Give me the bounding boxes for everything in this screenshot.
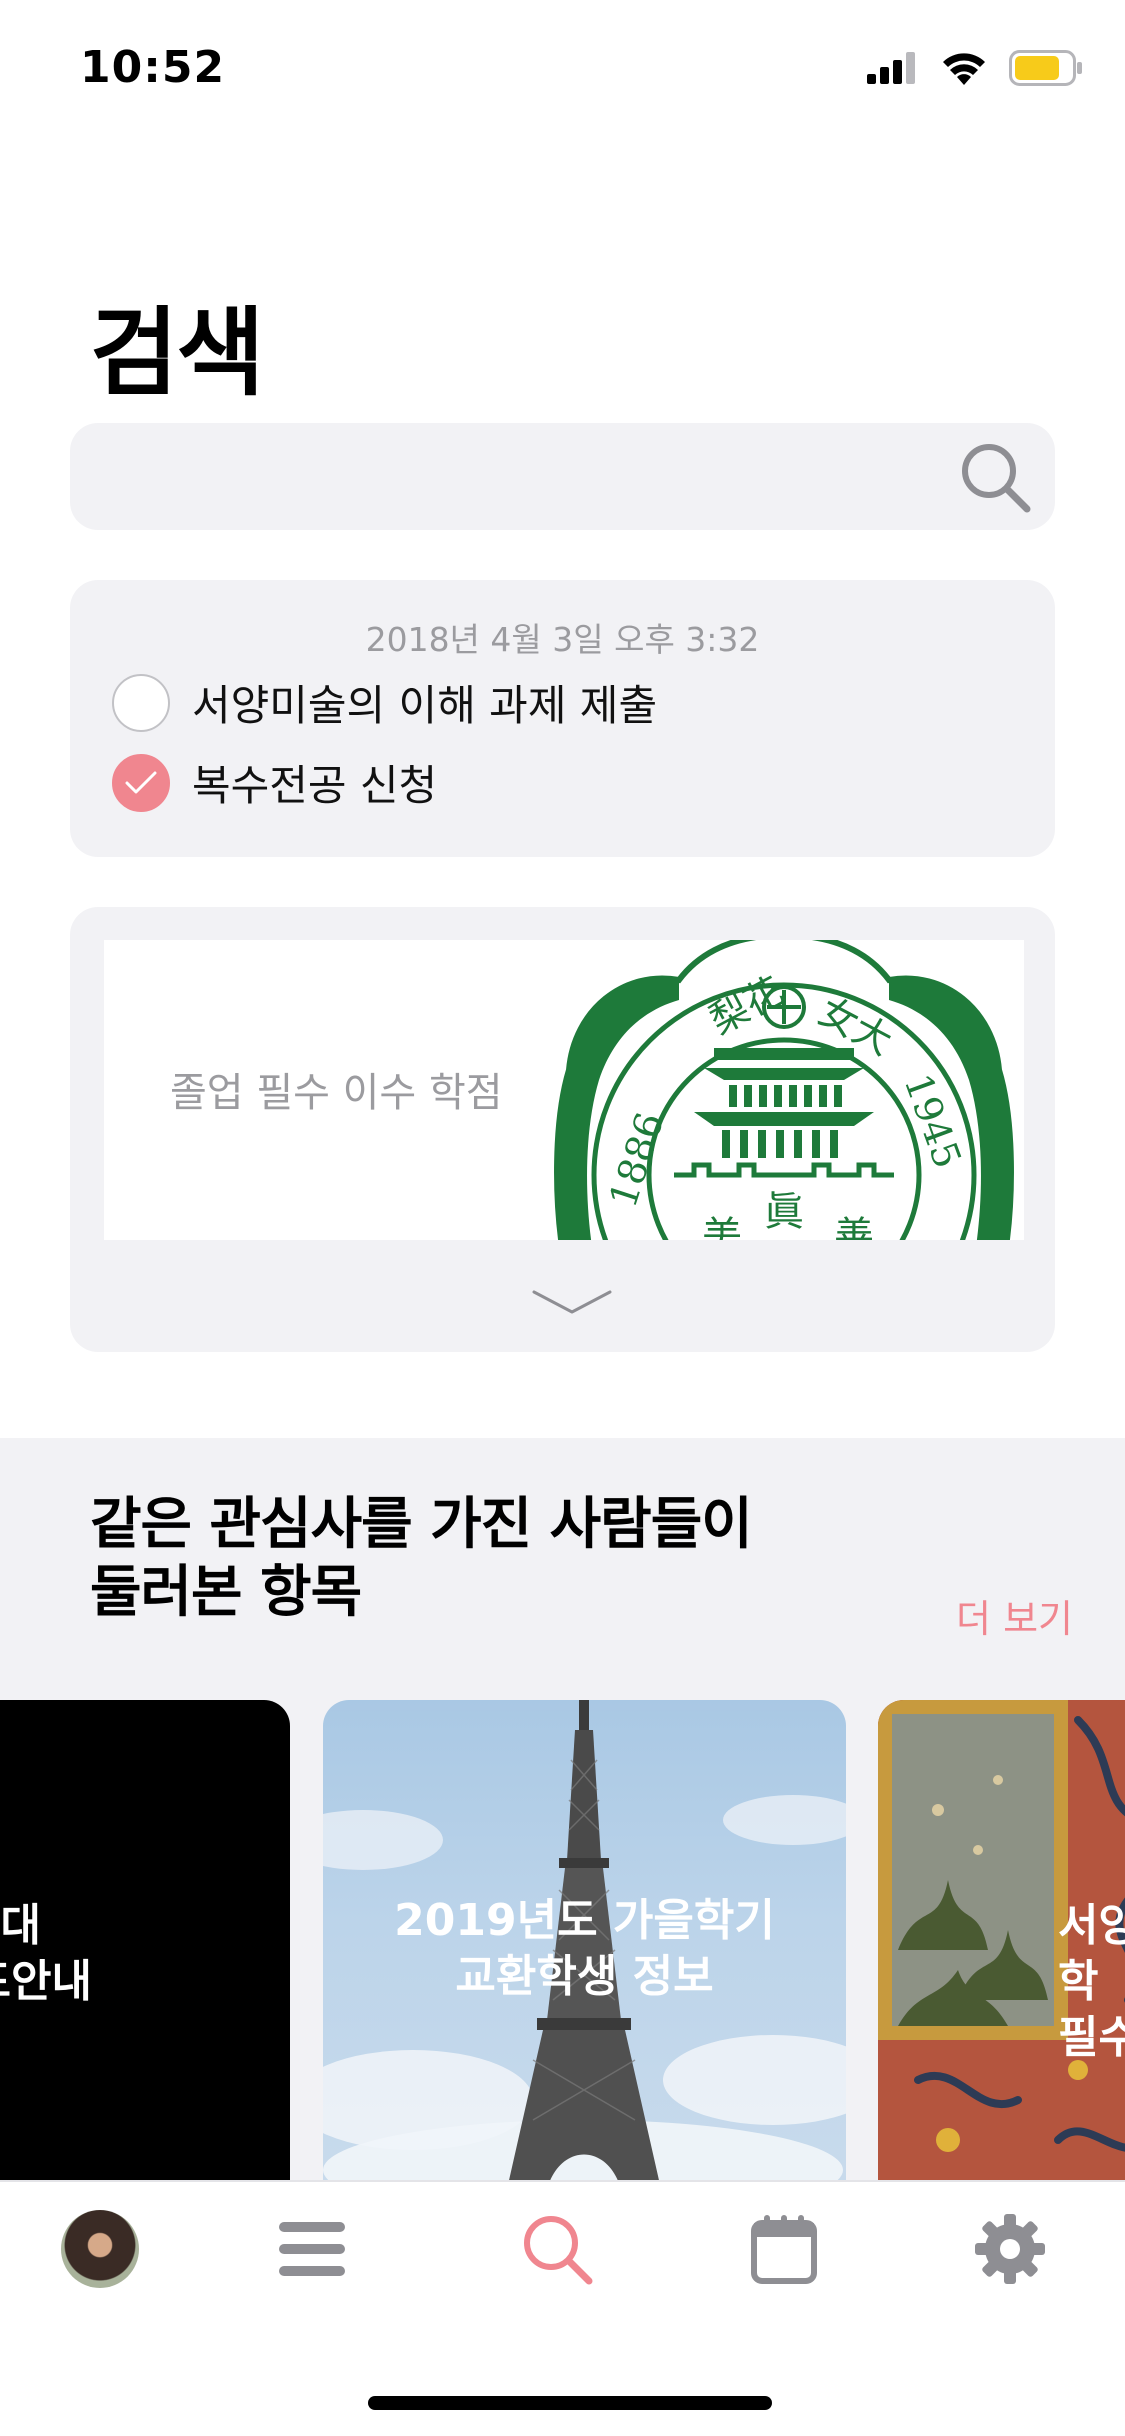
search-input[interactable] bbox=[100, 423, 960, 530]
seal-right-char: 善 bbox=[834, 1214, 874, 1240]
todo-item[interactable]: 서양미술의 이해 과제 제출 bbox=[112, 672, 657, 733]
seal-left-char: 美 bbox=[702, 1214, 742, 1240]
card-label: 서양 학 필수 bbox=[1058, 1900, 1125, 2063]
avatar[interactable] bbox=[61, 2210, 139, 2288]
calendar-tab[interactable] bbox=[739, 2204, 829, 2294]
memo-date: 2018년 4월 3일 오후 3:32 bbox=[365, 620, 760, 659]
banner-text: 졸업 필수 이수 학점 bbox=[170, 1070, 503, 1116]
battery-icon bbox=[1009, 50, 1082, 86]
todo-checkbox-checked[interactable] bbox=[112, 753, 170, 812]
banner-image[interactable]: 졸업 필수 이수 학점 梨花 女大 1886 1945 眞 美 善 bbox=[104, 940, 1024, 1240]
wifi-icon bbox=[943, 53, 985, 85]
search-icon bbox=[524, 2216, 593, 2285]
todo-label: 복수전공 신청 bbox=[192, 761, 438, 810]
university-seal-logo: 梨花 女大 1886 1945 眞 美 善 bbox=[554, 940, 1014, 1240]
recommendation-card[interactable]: 서양 학 필수 bbox=[878, 1700, 1125, 2198]
recommendations-section: 같은 관심사를 가진 사람들이 둘러본 항목 더 보기 E예대 투표안내 bbox=[0, 1438, 1125, 2198]
settings-tab[interactable] bbox=[965, 2204, 1055, 2294]
banner-card[interactable]: 졸업 필수 이수 학점 梨花 女大 1886 1945 眞 美 善 bbox=[70, 907, 1055, 1352]
todo-label: 서양미술의 이해 과제 제출 bbox=[192, 681, 658, 730]
cellular-signal-icon bbox=[867, 52, 915, 84]
search-tab[interactable] bbox=[512, 2204, 602, 2294]
search-bar[interactable] bbox=[70, 423, 1055, 530]
status-icons bbox=[867, 50, 1083, 86]
recommendation-card[interactable]: 2019년도 가을학기 교환학생 정보 bbox=[323, 1700, 846, 2198]
card-label: E예대 투표안내 bbox=[0, 1900, 92, 2007]
todo-checkbox-unchecked[interactable] bbox=[112, 673, 170, 732]
chevron-down-icon[interactable] bbox=[530, 1282, 614, 1322]
seal-center-char: 眞 bbox=[764, 1189, 804, 1235]
search-icon[interactable] bbox=[957, 439, 1033, 515]
hamburger-menu-icon bbox=[279, 2222, 345, 2276]
recommendations-title: 같은 관심사를 가진 사람들이 둘러본 항목 bbox=[90, 1491, 753, 1627]
profile-tab[interactable] bbox=[55, 2204, 145, 2294]
menu-tab[interactable] bbox=[267, 2204, 357, 2294]
status-time: 10:52 bbox=[80, 42, 226, 93]
more-link[interactable]: 더 보기 bbox=[956, 1588, 1073, 1643]
memo-card[interactable]: 2018년 4월 3일 오후 3:32 서양미술의 이해 과제 제출 복수전공 … bbox=[70, 580, 1055, 857]
status-bar: 10:52 bbox=[0, 0, 1125, 132]
home-indicator bbox=[368, 2396, 772, 2410]
checkmark-icon bbox=[125, 771, 157, 793]
card-label: 2019년도 가을학기 교환학생 정보 bbox=[394, 1895, 775, 2002]
page-title: 검색 bbox=[90, 297, 265, 409]
recommendation-card[interactable]: E예대 투표안내 bbox=[0, 1700, 290, 2198]
recommendations-title-line: 같은 관심사를 가진 사람들이 bbox=[90, 1492, 753, 1557]
todo-item[interactable]: 복수전공 신청 bbox=[112, 752, 437, 813]
recommendations-title-line: 둘러본 항목 bbox=[90, 1560, 362, 1625]
gear-icon bbox=[975, 2214, 1045, 2284]
calendar-icon bbox=[751, 2215, 817, 2284]
